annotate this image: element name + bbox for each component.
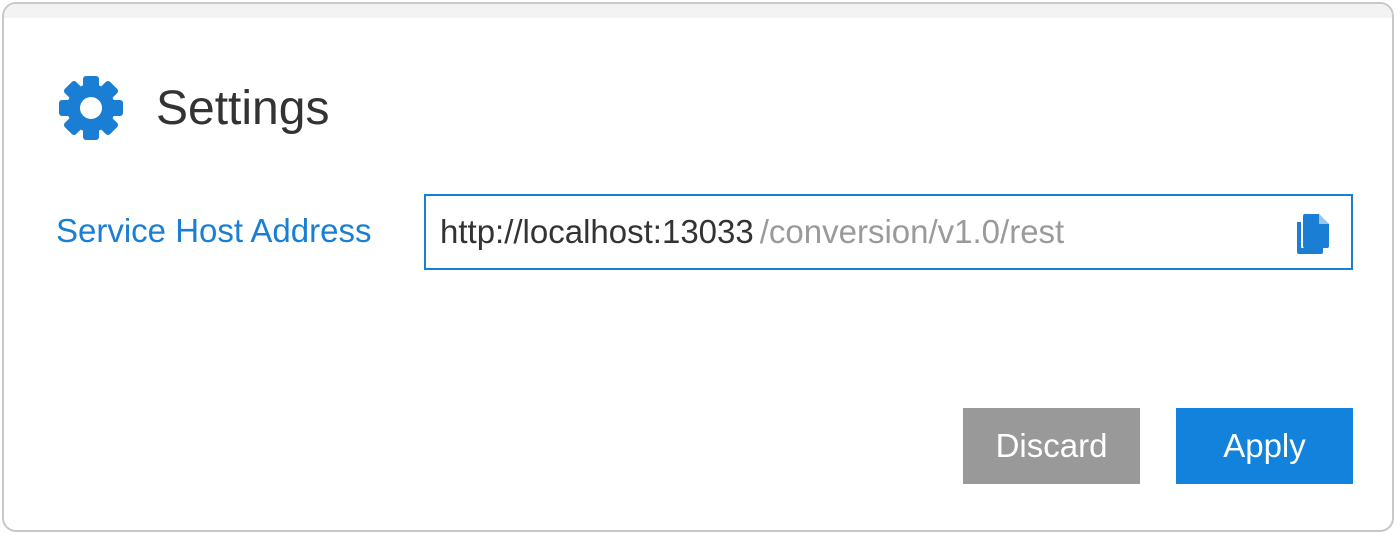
dialog-header: Settings bbox=[56, 70, 329, 146]
service-host-value: http://localhost:13033 bbox=[440, 213, 754, 250]
copy-icon[interactable] bbox=[1293, 212, 1333, 256]
discard-button[interactable]: Discard bbox=[963, 408, 1140, 484]
service-host-label: Service Host Address bbox=[56, 212, 372, 249]
page-title: Settings bbox=[156, 81, 330, 135]
gear-icon bbox=[59, 76, 123, 140]
service-host-field[interactable]: http://localhost:13033 /conversion/v1.0/… bbox=[424, 194, 1353, 270]
service-path-suffix: /conversion/v1.0/rest bbox=[759, 213, 1065, 250]
settings-dialog: Settings Service Host Address http://loc… bbox=[2, 2, 1394, 532]
apply-button[interactable]: Apply bbox=[1176, 408, 1353, 484]
dialog-top-strip bbox=[4, 4, 1392, 18]
